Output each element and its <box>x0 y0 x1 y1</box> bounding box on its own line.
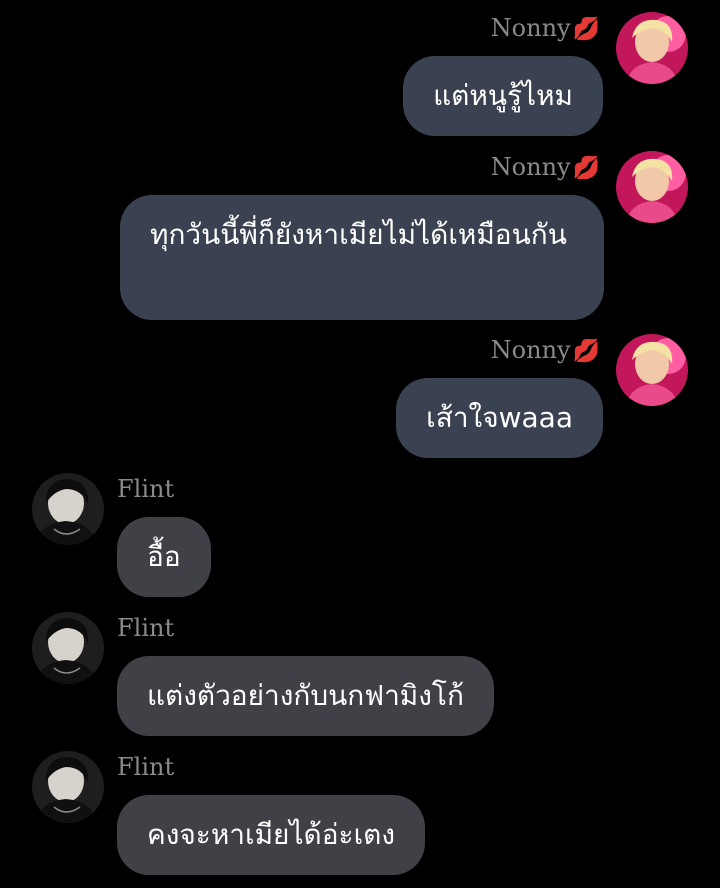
kiss-mark-icon: 💋 <box>572 156 600 181</box>
kiss-mark-icon: 💋 <box>572 339 600 364</box>
sender-name: Nonny💋 <box>491 335 600 367</box>
sender-name: Flint <box>117 614 175 642</box>
avatar-nonny[interactable] <box>616 334 688 406</box>
sender-name: Nonny💋 <box>491 13 600 45</box>
message-bubble[interactable]: อื้อ <box>117 517 211 597</box>
avatar-nonny-image <box>616 151 688 223</box>
message-bubble[interactable]: เส้าใจwaaa <box>396 378 603 458</box>
avatar-flint[interactable] <box>32 473 104 545</box>
chat-thread: Nonny💋 แต่หนูรู้ไหม Nonny💋 ทุกวันนี้พี่ก… <box>0 0 720 888</box>
avatar-nonny-image <box>616 12 688 84</box>
kiss-mark-icon: 💋 <box>572 17 600 42</box>
avatar-flint-image <box>32 473 104 545</box>
sender-name-text: Nonny <box>490 14 571 42</box>
avatar-flint-image <box>32 751 104 823</box>
sender-name-text: Nonny <box>490 153 571 181</box>
avatar-nonny-image <box>616 334 688 406</box>
sender-name-text: Nonny <box>490 336 571 364</box>
sender-name: Flint <box>117 475 175 503</box>
sender-name: Nonny💋 <box>491 152 600 184</box>
message-bubble[interactable]: แต่หนูรู้ไหม <box>403 56 603 136</box>
avatar-flint-image <box>32 612 104 684</box>
avatar-flint[interactable] <box>32 612 104 684</box>
avatar-flint[interactable] <box>32 751 104 823</box>
avatar-nonny[interactable] <box>616 151 688 223</box>
sender-name: Flint <box>117 753 175 781</box>
avatar-nonny[interactable] <box>616 12 688 84</box>
message-bubble[interactable]: ทุกวันนี้พี่ก็ยังหาเมียไม่ได้เหมือนกัน <box>120 195 604 320</box>
message-bubble[interactable]: คงจะหาเมียได้อ่ะเตง <box>117 795 426 875</box>
message-bubble[interactable]: แต่งตัวอย่างกับนกฟามิงโก้ <box>117 656 494 736</box>
